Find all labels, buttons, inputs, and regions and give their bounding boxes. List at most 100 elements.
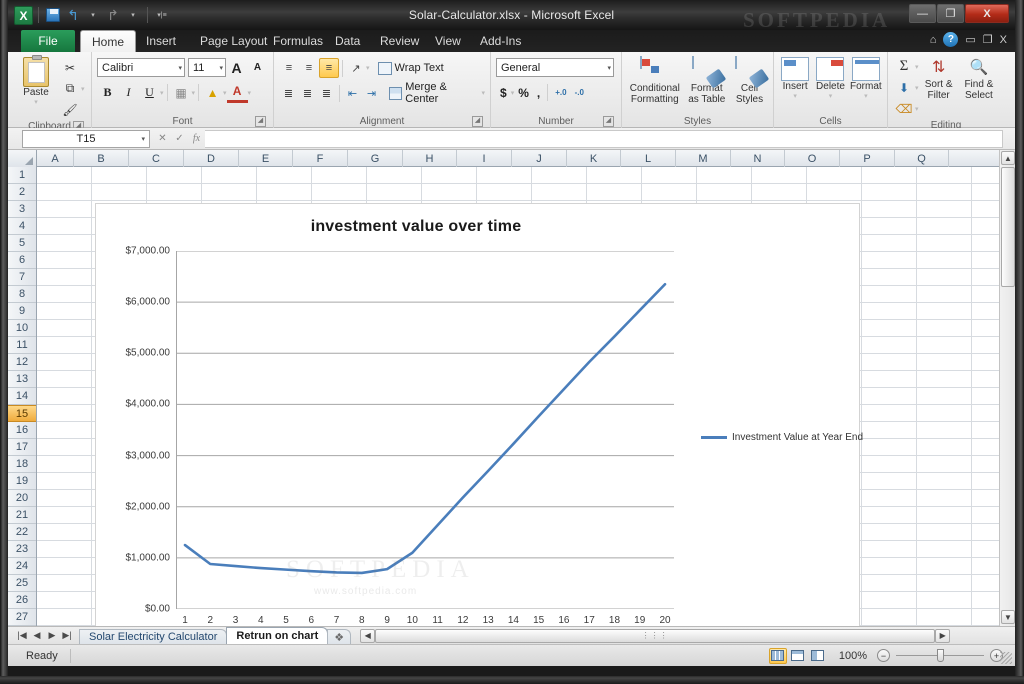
row-header-10[interactable]: 10 [8,320,36,337]
align-bottom-button[interactable]: ≡ [319,58,339,78]
name-box-caret-icon[interactable]: ▾ [141,135,145,143]
vertical-scrollbar[interactable]: ▲ ▼ [999,150,1015,626]
column-header-A[interactable]: A [37,150,74,167]
row-header-24[interactable]: 24 [8,558,36,575]
merge-center-button[interactable]: Merge & Center ▾ [388,81,485,105]
column-header-E[interactable]: E [239,150,293,167]
font-size-input[interactable]: 11 ▾ [188,58,226,77]
number-format-select[interactable]: General ▾ [496,58,614,77]
sheet-tab-solar-electricity-calculator[interactable]: Solar Electricity Calculator [79,628,228,645]
column-header-H[interactable]: H [403,150,457,167]
column-header-F[interactable]: F [293,150,348,167]
resize-grip[interactable] [1000,652,1012,664]
cancel-formula-icon[interactable]: ✕ [154,130,171,147]
find-select-button[interactable]: 🔍 Find & Select [959,55,999,101]
zoom-slider[interactable]: − + [877,649,1003,662]
sort-filter-button[interactable]: ⇅ Sort & Filter [920,55,958,101]
name-box[interactable]: T15 ▾ [22,129,150,148]
paste-button[interactable]: Paste ▾ [13,55,59,106]
sheet-tab-retrun-on-chart[interactable]: Retrun on chart [226,626,329,645]
column-header-J[interactable]: J [512,150,567,167]
restore-down-icon[interactable]: ▭ [965,33,975,46]
row-header-6[interactable]: 6 [8,252,36,269]
tab-view[interactable]: View [425,30,471,52]
insert-function-icon[interactable]: fx [188,130,205,147]
conditional-formatting-button[interactable]: Conditional Formatting [627,55,683,105]
cell-styles-button[interactable]: Cell Styles [731,55,769,105]
underline-dropdown-icon[interactable]: ▾ [160,89,164,97]
enter-formula-icon[interactable]: ✓ [171,130,188,147]
font-name-input[interactable]: Calibri ▾ [97,58,185,77]
autosum-dropdown-icon[interactable]: ▾ [915,63,919,71]
formula-input[interactable] [205,129,1003,148]
row-header-17[interactable]: 17 [8,439,36,456]
tab-file[interactable]: File [21,30,75,52]
row-header-14[interactable]: 14 [8,388,36,405]
column-header-I[interactable]: I [457,150,512,167]
percent-format-button[interactable]: % [514,82,533,103]
font-color-button[interactable]: A [226,82,248,103]
minimize-ribbon-icon[interactable]: ⌂ [930,34,937,46]
prev-sheet-button[interactable]: ◀ [31,630,43,641]
wrap-text-button[interactable]: Wrap Text [377,58,444,78]
format-cells-dropdown-icon[interactable]: ▾ [864,92,868,100]
align-center-button[interactable]: ≣ [298,83,317,103]
zoom-level-label[interactable]: 100% [839,650,867,662]
column-header-P[interactable]: P [840,150,895,167]
italic-button[interactable]: I [118,82,139,103]
scroll-left-button[interactable]: ◀ [360,628,376,643]
row-header-7[interactable]: 7 [8,269,36,286]
window-restore-icon[interactable]: ❐ [983,33,993,46]
row-header-4[interactable]: 4 [8,218,36,235]
fill-dropdown-icon[interactable]: ▾ [915,84,919,92]
format-cells-button[interactable]: Format ▾ [850,55,882,100]
row-header-12[interactable]: 12 [8,354,36,371]
column-header-O[interactable]: O [785,150,840,167]
column-header-G[interactable]: G [348,150,403,167]
row-header-26[interactable]: 26 [8,592,36,609]
align-top-button[interactable]: ≡ [279,58,299,78]
column-header-B[interactable]: B [74,150,129,167]
column-header-N[interactable]: N [731,150,785,167]
fill-button[interactable]: ⬇ [893,77,915,98]
column-header-M[interactable]: M [676,150,731,167]
cut-button[interactable]: ✂ [59,57,81,78]
orientation-button[interactable]: ↗ [346,58,366,78]
chart-object[interactable]: investment value over time $0.00 $1,000.0… [95,203,863,626]
insert-cells-dropdown-icon[interactable]: ▾ [793,92,797,100]
row-header-3[interactable]: 3 [8,201,36,218]
clear-button[interactable]: ⌫ [893,98,915,119]
comma-format-button[interactable]: , [533,82,544,103]
column-header-C[interactable]: C [129,150,184,167]
grow-font-button[interactable]: A [226,57,247,78]
bold-button[interactable]: B [97,82,118,103]
last-sheet-button[interactable]: ▶| [61,630,73,641]
insert-cells-button[interactable]: Insert ▾ [779,55,811,100]
page-break-view-button[interactable] [809,648,827,664]
row-header-9[interactable]: 9 [8,303,36,320]
tab-review[interactable]: Review [370,30,429,52]
paste-dropdown-icon[interactable]: ▾ [34,98,38,106]
clear-dropdown-icon[interactable]: ▾ [915,105,919,113]
row-header-13[interactable]: 13 [8,371,36,388]
select-all-button[interactable] [8,150,37,167]
row-header-16[interactable]: 16 [8,422,36,439]
font-name-caret-icon[interactable]: ▾ [178,64,182,72]
column-header-D[interactable]: D [184,150,239,167]
scroll-right-button[interactable]: ▶ [935,628,951,643]
font-color-dropdown-icon[interactable]: ▾ [248,89,252,97]
tab-formulas[interactable]: Formulas [263,30,333,52]
horizontal-scroll-thumb[interactable]: ⋮⋮⋮ [375,628,936,643]
row-header-23[interactable]: 23 [8,541,36,558]
font-dialog-launcher[interactable]: ◢ [255,116,266,127]
align-left-button[interactable]: ≣ [279,83,298,103]
number-format-caret-icon[interactable]: ▾ [607,64,611,72]
column-header-L[interactable]: L [621,150,676,167]
row-header-25[interactable]: 25 [8,575,36,592]
shrink-font-button[interactable]: A [247,57,268,78]
insert-sheet-button[interactable]: ❖ [327,628,352,645]
first-sheet-button[interactable]: |◀ [16,630,28,641]
next-sheet-button[interactable]: ▶ [46,630,58,641]
row-header-15[interactable]: 15 [8,405,36,422]
orientation-dropdown-icon[interactable]: ▾ [366,64,370,72]
